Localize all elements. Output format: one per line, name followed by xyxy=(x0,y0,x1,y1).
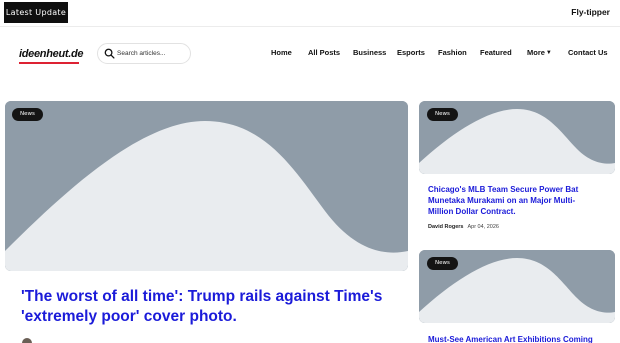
chevron-down-icon: ▼ xyxy=(545,50,552,56)
article-byline: David Rogers Apr 04, 2026 xyxy=(428,224,499,230)
top-bar: Latest Update Fly-tipper xyxy=(0,0,620,26)
hero-image[interactable]: News xyxy=(5,101,408,271)
nav-contact-us[interactable]: Contact Us xyxy=(568,48,608,57)
search-input[interactable] xyxy=(117,46,189,61)
nav-home[interactable]: Home xyxy=(271,48,292,57)
nav-more[interactable]: More▼ xyxy=(527,48,552,57)
nav-featured[interactable]: Featured xyxy=(480,48,512,57)
side-article-headline[interactable]: Must-See American Art Exhibitions Coming… xyxy=(428,334,600,343)
hero-headline[interactable]: 'The worst of all time': Trump rails aga… xyxy=(21,287,391,327)
category-tag[interactable]: News xyxy=(12,108,43,121)
site-header: ideenheut.de Home All Posts Business Esp… xyxy=(0,27,620,83)
search-icon[interactable] xyxy=(104,48,115,59)
avatar xyxy=(22,338,32,343)
nav-more-label: More xyxy=(527,48,545,57)
search-box[interactable] xyxy=(97,43,191,64)
side-article-headline[interactable]: Chicago's MLB Team Secure Power Bat Mune… xyxy=(428,184,600,217)
nav-fashion[interactable]: Fashion xyxy=(438,48,467,57)
image-placeholder-icon xyxy=(5,101,408,271)
side-article-image[interactable]: News xyxy=(419,250,615,323)
logo-underline xyxy=(19,62,79,64)
ticker-headline[interactable]: Fly-tipper xyxy=(571,7,610,17)
category-tag[interactable]: News xyxy=(427,108,458,121)
site-logo[interactable]: ideenheut.de xyxy=(19,48,84,60)
side-article-image[interactable]: News xyxy=(419,101,615,174)
category-tag[interactable]: News xyxy=(427,257,458,270)
publish-date: Apr 04, 2026 xyxy=(467,224,499,230)
latest-update-badge: Latest Update xyxy=(4,2,68,23)
author-name[interactable]: David Rogers xyxy=(428,224,463,230)
nav-esports[interactable]: Esports xyxy=(397,48,425,57)
nav-all-posts[interactable]: All Posts xyxy=(308,48,340,57)
nav-business[interactable]: Business xyxy=(353,48,386,57)
